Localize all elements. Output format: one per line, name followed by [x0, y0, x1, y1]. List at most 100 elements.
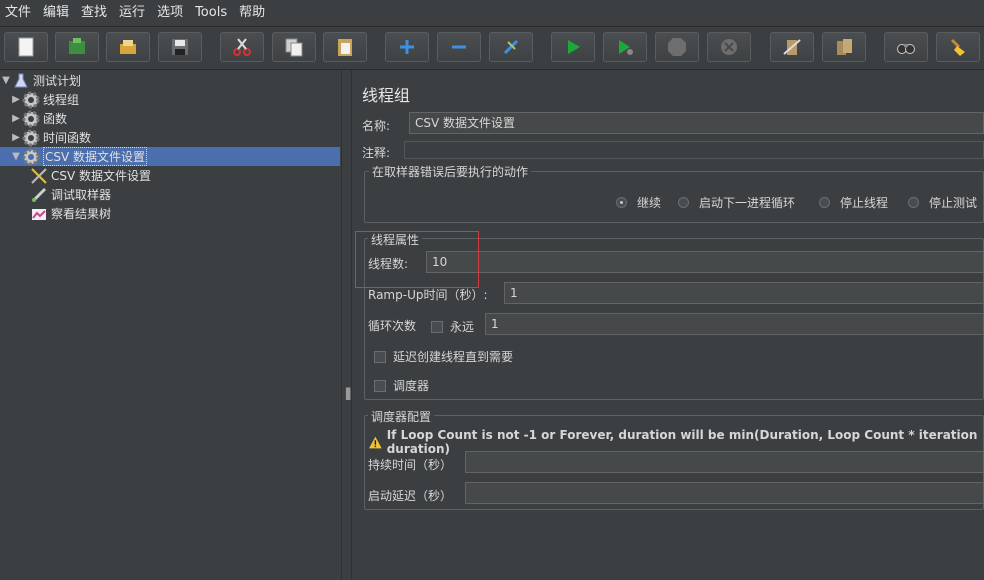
- open-icon: [120, 40, 136, 54]
- startup-delay-field[interactable]: [465, 482, 984, 504]
- radio-stop-test[interactable]: 停止测试: [908, 194, 977, 211]
- scheduler-checkbox[interactable]: 调度器: [374, 377, 429, 394]
- delay-thread-creation-checkbox[interactable]: 延迟创建线程直到需要: [374, 348, 513, 365]
- gear-icon: [22, 110, 40, 128]
- shutdown-button[interactable]: [707, 32, 751, 62]
- save-icon: [172, 39, 188, 55]
- tree-item-time-functions[interactable]: ▶ 时间函数: [10, 128, 340, 147]
- scissors-icon: [30, 167, 48, 185]
- open-button[interactable]: [106, 32, 150, 62]
- radio-dot[interactable]: [616, 197, 627, 208]
- tree-item-csv-group[interactable]: ▼ CSV 数据文件设置: [0, 147, 340, 166]
- reset-search-icon: [950, 38, 965, 56]
- tree-item-label: 调试取样器: [51, 188, 112, 202]
- menu-tools[interactable]: Tools: [190, 0, 234, 26]
- stop-button[interactable]: [655, 32, 699, 62]
- paste-button[interactable]: [323, 32, 367, 62]
- templates-button[interactable]: [55, 32, 99, 62]
- clear-all-button[interactable]: [822, 32, 866, 62]
- expand-arrow-icon[interactable]: ▶: [10, 132, 22, 143]
- menu-run[interactable]: 运行: [114, 0, 152, 26]
- search-button[interactable]: [884, 32, 928, 62]
- radio-stop-thread[interactable]: 停止线程: [819, 194, 888, 211]
- copy-button[interactable]: [272, 32, 316, 62]
- menu-file[interactable]: 文件: [0, 0, 38, 26]
- name-field[interactable]: CSV 数据文件设置: [409, 112, 984, 134]
- checkbox-box[interactable]: [374, 350, 386, 363]
- page-title: 线程组: [362, 86, 411, 105]
- chart-icon: [30, 205, 48, 223]
- tree-item-label: 测试计划: [33, 74, 82, 88]
- menu-help[interactable]: 帮助: [234, 0, 272, 26]
- collapse-button[interactable]: [437, 32, 481, 62]
- menu-search[interactable]: 查找: [76, 0, 114, 26]
- checkbox-box[interactable]: [374, 379, 386, 392]
- tree-item-thread-group[interactable]: ▶ 线程组: [10, 90, 340, 109]
- menu-bar: 文件 编辑 查找 运行 选项 Tools 帮助: [0, 0, 984, 27]
- tree-item-label: CSV 数据文件设置: [51, 169, 152, 183]
- duration-label: 持续时间（秒）: [368, 458, 453, 472]
- comment-field[interactable]: [404, 141, 984, 159]
- expand-arrow-icon[interactable]: ▶: [10, 113, 22, 124]
- duration-field[interactable]: [465, 451, 984, 473]
- loop-count-field[interactable]: 1: [485, 313, 984, 335]
- test-plan-icon: [12, 72, 30, 90]
- collapse-arrow-icon[interactable]: ▼: [0, 75, 12, 86]
- rampup-label: Ramp-Up时间（秒）:: [368, 288, 488, 302]
- delay-label: 延迟创建线程直到需要: [393, 350, 514, 364]
- tree-item-label: 察看结果树: [51, 207, 112, 221]
- tree-item-results-tree[interactable]: 察看结果树: [30, 204, 340, 223]
- radio-dot[interactable]: [678, 197, 689, 208]
- scheduler-label: 调度器: [393, 379, 430, 393]
- sampler-icon: [30, 186, 48, 204]
- tree-item-functions[interactable]: ▶ 函数: [10, 109, 340, 128]
- name-label: 名称:: [362, 119, 391, 133]
- cut-button[interactable]: [220, 32, 264, 62]
- save-button[interactable]: [158, 32, 202, 62]
- shutdown-icon: [721, 39, 737, 55]
- thread-group-panel: 线程组 名称: CSV 数据文件设置 注释: 在取样器错误后要执行的动作 继续 …: [352, 70, 984, 580]
- forever-checkbox[interactable]: 永远: [431, 318, 474, 335]
- tree-item-csv-config[interactable]: CSV 数据文件设置: [30, 166, 340, 185]
- cut-icon: [233, 38, 251, 56]
- gear-icon: [22, 129, 40, 147]
- start-button[interactable]: [551, 32, 595, 62]
- radio-continue[interactable]: 继续: [616, 194, 661, 211]
- radio-label: 启动下一进程循环: [699, 196, 796, 210]
- panel-splitter[interactable]: ▪ ▪ ▪: [341, 70, 352, 580]
- start-no-pause-icon: [619, 40, 633, 55]
- new-button[interactable]: [4, 32, 48, 62]
- start-icon: [568, 40, 580, 54]
- scheduler-config-legend: 调度器配置: [368, 408, 435, 425]
- expand-button[interactable]: [385, 32, 429, 62]
- collapse-arrow-icon[interactable]: ▼: [10, 151, 22, 162]
- checkbox-box[interactable]: [431, 320, 443, 333]
- toggle-icon: [503, 39, 519, 55]
- stop-icon: [668, 38, 686, 56]
- splitter-grip-icon[interactable]: ▪ ▪ ▪: [345, 386, 351, 403]
- clear-all-icon: [837, 39, 852, 55]
- toolbar: [0, 27, 984, 70]
- reset-search-button[interactable]: [936, 32, 980, 62]
- expand-arrow-icon[interactable]: ▶: [10, 94, 22, 105]
- startup-delay-label: 启动延迟（秒）: [368, 489, 453, 503]
- copy-icon: [285, 38, 303, 57]
- tree-item-debug-sampler[interactable]: 调试取样器: [30, 185, 340, 204]
- loop-count-label: 循环次数: [368, 319, 417, 333]
- tree-item-label: CSV 数据文件设置: [43, 147, 148, 166]
- tree-item-label: 函数: [43, 112, 68, 126]
- menu-edit[interactable]: 编辑: [38, 0, 76, 26]
- tree-item-test-plan[interactable]: ▼ 测试计划: [0, 71, 340, 90]
- collapse-icon: [452, 45, 466, 49]
- forever-label: 永远: [450, 320, 475, 334]
- toggle-button[interactable]: [489, 32, 533, 62]
- radio-dot[interactable]: [908, 197, 919, 208]
- radio-next-loop[interactable]: 启动下一进程循环: [678, 194, 795, 211]
- menu-options[interactable]: 选项: [152, 0, 190, 26]
- clear-button[interactable]: [770, 32, 814, 62]
- radio-dot[interactable]: [819, 197, 830, 208]
- start-no-pause-button[interactable]: [603, 32, 647, 62]
- rampup-field[interactable]: 1: [504, 282, 984, 304]
- tree-item-label: 线程组: [43, 93, 80, 107]
- threads-field[interactable]: 10: [426, 251, 984, 273]
